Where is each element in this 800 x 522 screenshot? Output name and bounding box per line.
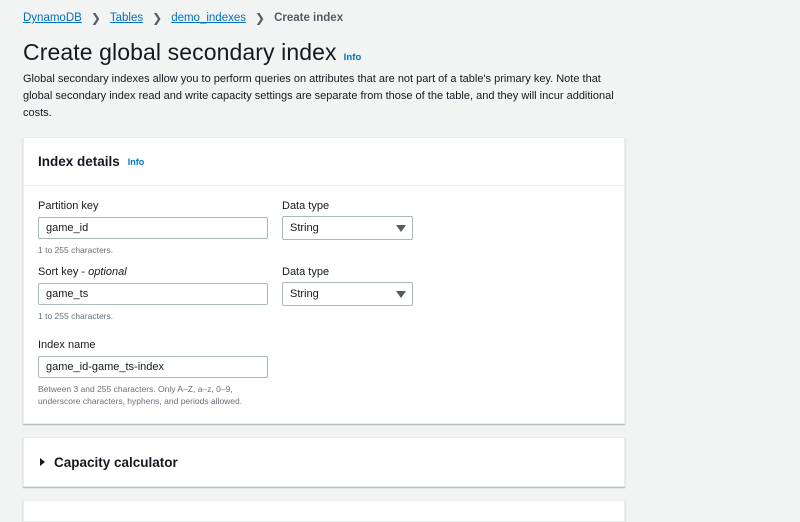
index-details-header: Index details Info [24,138,624,186]
partition-data-type-label: Data type [282,200,330,212]
page-title-container: Create global secondary index Info [23,39,361,66]
caret-right-icon [40,458,45,466]
capacity-calculator-panel[interactable]: Capacity calculator [23,437,625,487]
breadcrumb-demo-indexes[interactable]: demo_indexes [171,12,246,24]
index-details-title: Index details [38,154,120,169]
page-description: Global secondary indexes allow you to pe… [23,73,614,119]
sort-key-optional: optional [88,266,127,278]
index-details-info-link[interactable]: Info [128,157,145,167]
chevron-right-icon: ❯ [90,11,101,25]
index-name-label: Index name [38,339,96,351]
sort-key-label-text: Sort key [38,266,79,278]
next-panel [23,500,625,522]
sort-key-hint: 1 to 255 characters. [38,311,114,321]
page-info-link[interactable]: Info [344,52,362,63]
sort-key-label: Sort key - optional [38,266,127,278]
chevron-right-icon: ❯ [152,11,163,25]
caret-down-icon [396,225,406,232]
breadcrumb-current: Create index [274,12,344,24]
index-name-input[interactable]: game_id-game_ts-index [38,356,268,378]
partition-key-hint: 1 to 255 characters. [38,245,114,255]
partition-key-input[interactable]: game_id [38,217,268,239]
partition-data-type-value: String [290,222,319,234]
index-details-panel: Index details Info Partition key game_id… [23,137,625,424]
sort-key-input[interactable]: game_ts [38,283,268,305]
capacity-calculator-title: Capacity calculator [54,454,178,470]
chevron-right-icon: ❯ [255,11,266,25]
sort-data-type-label: Data type [282,266,330,278]
caret-down-icon [396,291,406,298]
breadcrumb-tables[interactable]: Tables [110,12,143,24]
sort-data-type-value: String [290,288,319,300]
partition-key-label: Partition key [38,200,99,212]
breadcrumb-dynamodb[interactable]: DynamoDB [23,12,82,24]
index-name-hint-line1: Between 3 and 255 characters. Only A–Z, … [38,384,233,394]
page-title: Create global secondary index [23,39,337,65]
breadcrumb: DynamoDB ❯ Tables ❯ demo_indexes ❯ Creat… [23,11,343,25]
sort-data-type-select[interactable]: String [282,282,413,306]
partition-data-type-select[interactable]: String [282,216,413,240]
index-name-hint-line2: underscore characters, hyphens, and peri… [38,396,243,406]
